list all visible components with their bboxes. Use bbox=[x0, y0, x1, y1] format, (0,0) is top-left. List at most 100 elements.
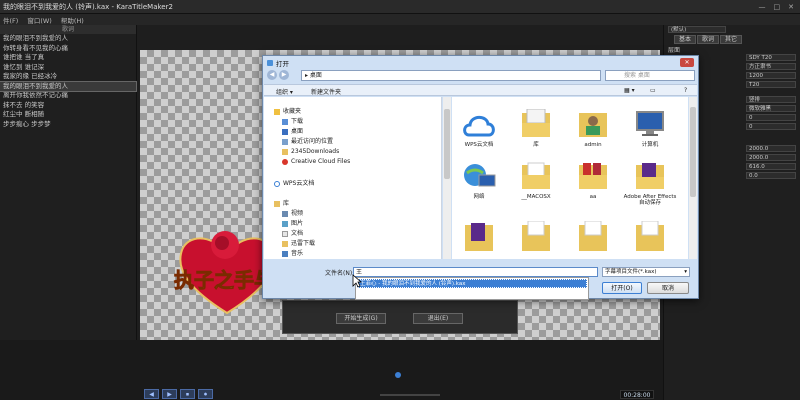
forward-arrow-icon[interactable]: ▶ bbox=[279, 70, 289, 80]
nav-2345downloads[interactable]: 2345Downloads bbox=[282, 147, 339, 156]
tab-lyrics[interactable]: 歌词 bbox=[697, 35, 720, 44]
nav-downloads[interactable]: 下载 bbox=[282, 117, 303, 126]
minimize-button[interactable]: — bbox=[759, 3, 766, 11]
nav-libraries[interactable]: 库 bbox=[274, 199, 289, 208]
dialog-title: 打开 bbox=[276, 60, 289, 68]
file-item[interactable] bbox=[509, 221, 563, 254]
back-arrow-icon[interactable]: ◀ bbox=[267, 70, 277, 80]
nav-favorites[interactable]: 收藏夹 bbox=[274, 107, 301, 116]
file-item[interactable]: Adobe After Effects 自动保存 bbox=[623, 161, 677, 206]
menu-help[interactable]: 帮助(H) bbox=[61, 15, 84, 25]
prop-field[interactable]: T20 bbox=[746, 81, 796, 88]
maximize-button[interactable]: □ bbox=[774, 3, 781, 11]
new-folder-button[interactable]: 新建文件夹 bbox=[311, 87, 341, 96]
lyric-line[interactable]: 谁把谁 当了真 bbox=[0, 53, 136, 63]
help-icon[interactable]: ? bbox=[684, 87, 687, 94]
address-bar[interactable]: ▸ 桌面 bbox=[301, 70, 601, 81]
folder-icon bbox=[636, 163, 664, 189]
view-options-icon[interactable]: ▦ ▾ bbox=[624, 87, 635, 94]
prop-field[interactable]: 2000.0 bbox=[746, 145, 796, 152]
prop-field[interactable]: 微软雅黑 bbox=[746, 105, 796, 112]
folder-icon bbox=[636, 221, 664, 251]
file-item[interactable]: 网络 bbox=[452, 161, 506, 200]
preview-pane-icon[interactable]: ▭ bbox=[650, 87, 656, 94]
menu-file[interactable]: 件(F) bbox=[3, 15, 18, 25]
organize-button[interactable]: 组织 ▾ bbox=[276, 87, 293, 96]
cancel-button[interactable]: 取消 bbox=[647, 282, 689, 294]
folder-icon bbox=[522, 162, 550, 189]
folder-icon bbox=[465, 223, 493, 251]
filename-input[interactable]: 王 bbox=[353, 267, 598, 277]
lyric-line[interactable]: 离开你我依然不记心痛 bbox=[0, 91, 136, 101]
prop-field[interactable]: 方正隶书 bbox=[746, 63, 796, 70]
lyric-line[interactable]: 步步痴心 步步梦 bbox=[0, 120, 136, 130]
nav-scrollbar[interactable] bbox=[443, 97, 451, 259]
prop-field[interactable]: 竖排 bbox=[746, 96, 796, 103]
tab-basic[interactable]: 基本 bbox=[674, 35, 697, 44]
nav-music[interactable]: 音乐 bbox=[282, 249, 303, 258]
prop-field[interactable]: 0 bbox=[746, 114, 796, 121]
nav-pictures[interactable]: 图片 bbox=[282, 219, 303, 228]
desktop-icon bbox=[282, 128, 288, 135]
nav-thunder-downloads[interactable]: 迅雷下载 bbox=[282, 239, 315, 248]
nav-documents[interactable]: 文档 bbox=[282, 229, 303, 238]
file-item[interactable] bbox=[566, 221, 620, 254]
timecode-display: 00:28:00 bbox=[620, 390, 654, 399]
open-button[interactable]: 打开(O) bbox=[602, 282, 642, 294]
prop-field[interactable]: 616.0 bbox=[746, 163, 796, 170]
file-item[interactable] bbox=[452, 221, 506, 254]
folder-icon bbox=[522, 221, 550, 251]
lyric-line-selected[interactable]: 我的眼泪不到我爱的人 bbox=[0, 80, 137, 92]
user-folder-icon bbox=[579, 113, 607, 137]
lyric-line[interactable]: 红尘中 断相随 bbox=[0, 110, 136, 120]
prop-field[interactable]: SDY T20 bbox=[746, 54, 796, 61]
music-icon bbox=[282, 250, 288, 257]
generate-panel: 开始生成(G) 退出(E) bbox=[282, 300, 518, 334]
autocomplete-option[interactable]: 王菲心 - 我的眼泪不到我爱的人 (铃声).kax bbox=[357, 279, 587, 288]
prop-field[interactable]: 1200 bbox=[746, 72, 796, 79]
lyric-line[interactable]: 你转身看不见我的心痛 bbox=[0, 44, 136, 54]
chevron-down-icon: ▾ bbox=[684, 269, 687, 275]
file-item[interactable]: aa bbox=[566, 161, 620, 200]
exit-button[interactable]: 退出(E) bbox=[413, 313, 463, 324]
record-button[interactable]: ⏺ bbox=[198, 389, 213, 399]
volume-slider[interactable] bbox=[380, 394, 440, 396]
library-icon bbox=[274, 200, 280, 207]
nav-recent[interactable]: 最近访问的位置 bbox=[282, 137, 333, 146]
lyric-line[interactable]: 谁忆到 谁记深 bbox=[0, 63, 136, 73]
file-item[interactable]: 库 bbox=[509, 109, 563, 148]
prop-field[interactable]: 0.0 bbox=[746, 172, 796, 179]
search-input[interactable]: 搜索 桌面 bbox=[605, 70, 695, 81]
prop-field[interactable]: 2000.0 bbox=[746, 154, 796, 161]
lyric-line[interactable]: 我的眼泪不到我爱的人 bbox=[0, 34, 136, 44]
cloud-icon bbox=[463, 115, 495, 137]
file-item[interactable]: __MACOSX bbox=[509, 161, 563, 200]
app-title: 我的眼泪不到我爱的人 (铃声).kax - KaraTitleMaker2 bbox=[3, 2, 173, 11]
filetype-select[interactable]: 字幕项目文件(*.kax) ▾ bbox=[602, 267, 690, 277]
prop-field[interactable]: 0 bbox=[746, 123, 796, 130]
lyric-line[interactable]: 我家的缘 已经冰冷 bbox=[0, 72, 136, 82]
style-select[interactable]: (默认) bbox=[668, 26, 726, 33]
nav-wps-cloud[interactable]: WPS云文档 bbox=[274, 179, 314, 188]
lyric-line[interactable]: 抹不去 的笑容 bbox=[0, 101, 136, 111]
play-button[interactable]: ▶ bbox=[162, 389, 177, 399]
stop-button[interactable]: ⏹ bbox=[180, 389, 195, 399]
file-list: WPS云文档 库 admin 计算机 网络 __MACOSX aa Adobe bbox=[452, 97, 688, 259]
file-list-scrollbar[interactable] bbox=[689, 97, 697, 259]
close-button[interactable]: ✕ bbox=[788, 3, 794, 11]
menu-window[interactable]: 窗口(W) bbox=[27, 15, 52, 25]
playhead-icon[interactable] bbox=[395, 372, 401, 378]
file-item[interactable] bbox=[623, 221, 677, 254]
prev-button[interactable]: ◀ bbox=[144, 389, 159, 399]
file-item[interactable]: admin bbox=[566, 109, 620, 148]
file-item[interactable]: WPS云文档 bbox=[452, 109, 506, 148]
nav-videos[interactable]: 视频 bbox=[282, 209, 303, 218]
generate-button[interactable]: 开始生成(G) bbox=[336, 313, 386, 324]
cloud-icon bbox=[274, 180, 280, 187]
nav-creative-cloud[interactable]: Creative Cloud Files bbox=[282, 157, 350, 166]
dialog-close-button[interactable]: ✕ bbox=[680, 58, 694, 67]
tab-other[interactable]: 其它 bbox=[720, 35, 743, 44]
open-file-dialog: 打开 ✕ ◀ ▶ ▸ 桌面 搜索 桌面 组织 ▾ 新建文件夹 ▦ ▾ ▭ ? 收… bbox=[262, 55, 699, 300]
nav-desktop[interactable]: 桌面 bbox=[282, 127, 303, 136]
file-item[interactable]: 计算机 bbox=[623, 109, 677, 148]
